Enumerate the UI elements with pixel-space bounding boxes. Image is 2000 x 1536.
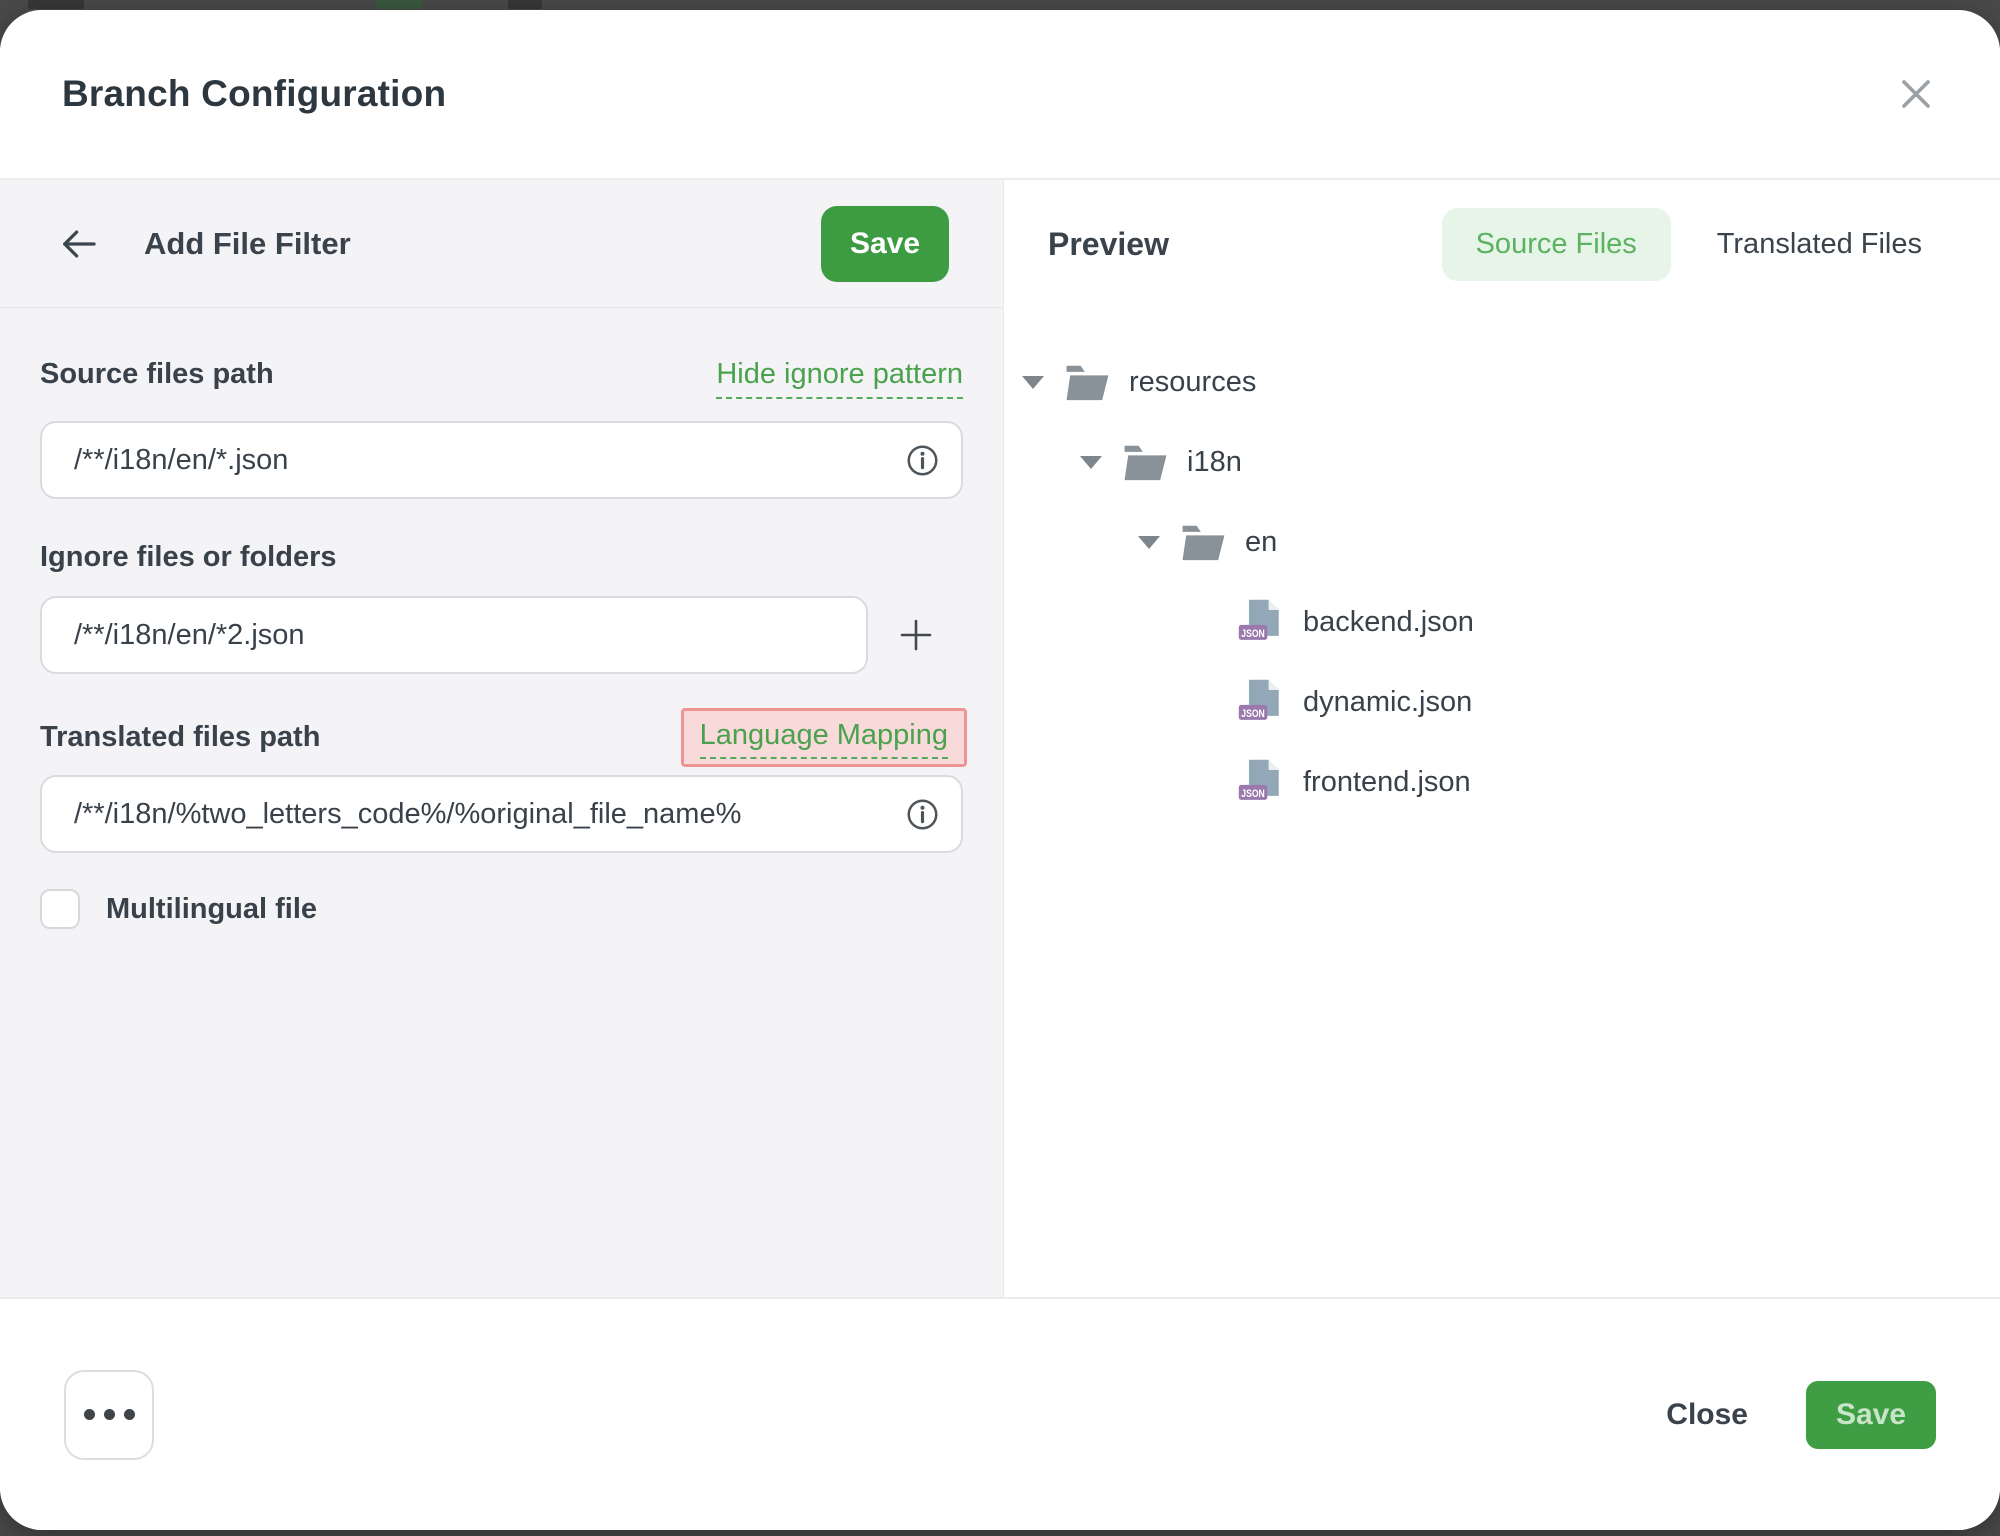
info-icon[interactable] (906, 798, 939, 831)
ignore-pattern-input[interactable] (74, 619, 844, 652)
save-button[interactable]: Save (1806, 1381, 1936, 1449)
panel-title: Add File Filter (144, 226, 351, 262)
translated-files-path-input[interactable] (74, 798, 892, 831)
caret-down-icon[interactable] (1022, 376, 1044, 389)
close-button[interactable]: Close (1666, 1398, 1748, 1432)
source-files-path-field (40, 421, 963, 499)
tree-node-label: frontend.json (1303, 766, 1471, 799)
save-filter-button[interactable]: Save (821, 206, 949, 282)
svg-text:JSON: JSON (1241, 787, 1265, 799)
more-options-button[interactable] (64, 1370, 154, 1460)
ignore-pattern-field (40, 596, 868, 674)
multilingual-file-checkbox[interactable] (40, 889, 80, 929)
ellipsis-icon (84, 1409, 135, 1420)
tree-row[interactable]: resources (1022, 342, 2000, 422)
preview-title: Preview (1048, 226, 1169, 263)
close-dialog-button[interactable] (1894, 72, 1938, 116)
language-mapping-link[interactable]: Language Mapping (700, 719, 948, 759)
preview-panel: Preview Source Files Translated Files re… (1004, 180, 2000, 1297)
folder-open-icon (1180, 522, 1227, 562)
tree-node-label: en (1245, 526, 1277, 559)
tab-translated-files[interactable]: Translated Files (1717, 228, 1922, 261)
preview-tabs: Source Files Translated Files (1442, 208, 1922, 281)
folder-open-icon (1064, 362, 1111, 402)
arrow-left-icon (60, 228, 98, 260)
preview-header: Preview Source Files Translated Files (1004, 180, 2000, 308)
tree-row[interactable]: en (1022, 502, 2000, 582)
multilingual-file-label: Multilingual file (106, 893, 317, 926)
language-mapping-highlight: Language Mapping (681, 708, 967, 767)
file-filter-form: Source files path Hide ignore pattern I (0, 308, 1003, 929)
background-artifact (28, 0, 84, 9)
tree-node-label: dynamic.json (1303, 686, 1472, 719)
translated-files-path-field (40, 775, 963, 853)
svg-text:JSON: JSON (1241, 707, 1265, 719)
tree-row[interactable]: i18n (1022, 422, 2000, 502)
source-files-path-label: Source files path (40, 358, 274, 391)
json-file-icon: JSON (1238, 759, 1285, 806)
tree-node-label: backend.json (1303, 606, 1474, 639)
caret-down-icon[interactable] (1080, 456, 1102, 469)
json-file-icon: JSON (1238, 599, 1285, 646)
branch-configuration-dialog: Branch Configuration Add File Filter Sav… (0, 10, 2000, 1530)
background-artifact (376, 0, 422, 9)
folder-open-icon (1122, 442, 1169, 482)
svg-text:JSON: JSON (1241, 627, 1265, 639)
tab-source-files[interactable]: Source Files (1442, 208, 1671, 281)
hide-ignore-pattern-link[interactable]: Hide ignore pattern (716, 358, 963, 399)
translated-files-path-label: Translated files path (40, 721, 320, 754)
info-icon[interactable] (906, 444, 939, 477)
caret-down-icon[interactable] (1138, 536, 1160, 549)
dialog-title: Branch Configuration (62, 73, 446, 115)
add-ignore-pattern-button[interactable] (868, 617, 963, 653)
background-artifact (508, 0, 542, 9)
file-filter-header: Add File Filter Save (0, 180, 1003, 308)
tree-row[interactable]: JSON dynamic.json (1022, 662, 2000, 742)
tree-node-label: i18n (1187, 446, 1242, 479)
tree-row[interactable]: JSON backend.json (1022, 582, 2000, 662)
tree-row[interactable]: JSON frontend.json (1022, 742, 2000, 822)
source-files-path-input[interactable] (74, 444, 892, 477)
dialog-footer: Close Save (0, 1297, 2000, 1530)
dialog-body: Add File Filter Save Source files path H… (0, 180, 2000, 1297)
file-tree: resources i18n en JSON backend.json JSON… (1004, 308, 2000, 822)
tree-node-label: resources (1129, 366, 1256, 399)
dialog-header: Branch Configuration (0, 10, 2000, 180)
plus-icon (898, 617, 934, 653)
back-button[interactable] (60, 228, 98, 260)
file-filter-panel: Add File Filter Save Source files path H… (0, 180, 1004, 1297)
json-file-icon: JSON (1238, 679, 1285, 726)
close-icon (1898, 76, 1934, 112)
ignore-files-label: Ignore files or folders (40, 541, 337, 574)
